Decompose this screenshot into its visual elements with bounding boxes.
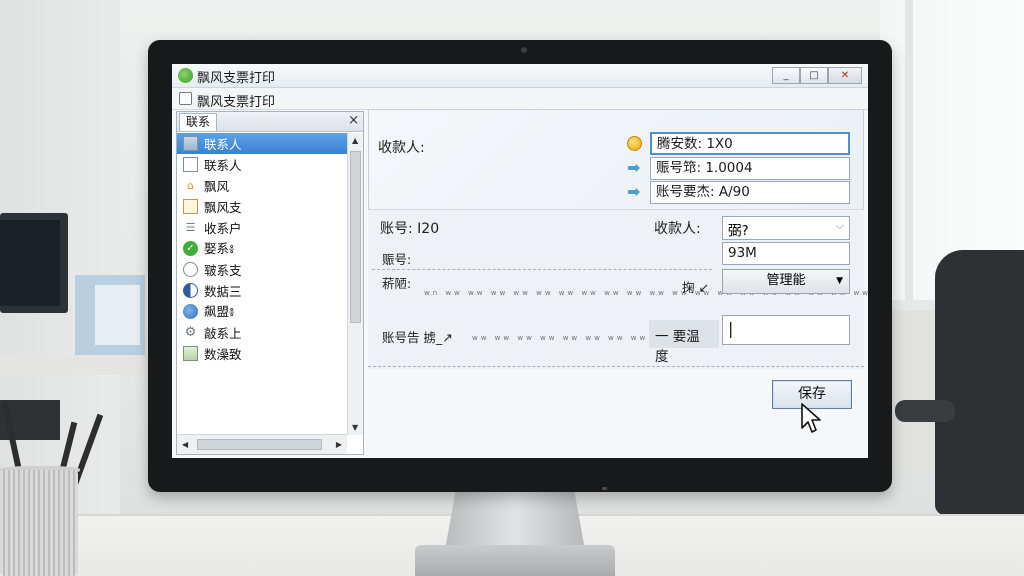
tree-item[interactable]: 皲系支 — [177, 259, 347, 280]
tree-item-label: 敲系上 — [204, 326, 242, 341]
app-logo-icon — [178, 68, 193, 83]
scroll-down-icon[interactable]: ▼ — [352, 423, 358, 432]
scroll-up-icon[interactable]: ▲ — [352, 136, 358, 145]
tree-item-label: 联系人 — [204, 137, 242, 152]
tree-item[interactable]: 联系人 — [177, 133, 347, 154]
panel-header: 联系 × — [177, 112, 363, 132]
background-shelf — [0, 355, 150, 375]
vertical-scrollbar[interactable]: ▲ ▼ — [347, 133, 363, 435]
contacts-tree: 联系人 联系人 ⌂ 飘风 飘风支 ☰ 收系户 ✓ 娶系៖ 皲系支 数掂三 飙盟៖ ⚙ 敲… — [177, 133, 347, 433]
coin-icon — [627, 136, 642, 151]
webcam-icon — [521, 47, 527, 53]
app-window: 飘风支票打印 _ □ ✕ 飘风支票打印 联系 × 联系人 联系人 ⌂ 飘风 飘风支… — [172, 64, 868, 458]
tree-item[interactable]: ✓ 娶系៖ — [177, 238, 347, 259]
manage-dropdown-label: 管理能 — [766, 273, 806, 288]
tree-item-label: 皲系支 — [204, 263, 242, 278]
tree-item[interactable]: 飘风支 — [177, 196, 347, 217]
payee-label: 收款人: — [378, 140, 425, 156]
grid-icon — [183, 136, 198, 151]
form-bottom-divider — [368, 366, 864, 367]
manage-dropdown-button[interactable]: 管理能 ▼ — [722, 269, 850, 294]
tab-contacts[interactable]: 联系 — [179, 113, 218, 131]
document-icon — [183, 157, 198, 172]
payee-select[interactable]: 弼? ⌵ — [722, 216, 850, 240]
half-circle-icon — [183, 283, 198, 298]
title-bar[interactable]: 飘风支票打印 _ □ ✕ — [172, 64, 868, 88]
horizontal-scroll-thumb[interactable] — [197, 439, 322, 450]
background-box-inner — [95, 285, 140, 345]
tree-item[interactable]: 数掂三 — [177, 280, 347, 301]
gear-icon: ⚙ — [184, 325, 197, 340]
amount-label: 一 要温度 — [649, 320, 719, 365]
office-chair — [935, 250, 1024, 515]
divider — [372, 269, 712, 270]
check-icon: ✓ — [183, 241, 198, 256]
panel-close-icon[interactable]: × — [348, 113, 359, 128]
user-icon: ☰ — [185, 221, 196, 234]
tree-item[interactable]: 数澡致 — [177, 343, 347, 364]
monitor-stand — [445, 488, 585, 550]
close-button[interactable]: ✕ — [828, 67, 862, 84]
account-label-2: 赈号: — [382, 252, 412, 267]
arrow-right-icon: ➡ — [627, 182, 641, 201]
chevron-down-icon: ⌵ — [835, 219, 844, 232]
document-title: 飘风支票打印 — [197, 95, 276, 110]
note-icon — [183, 199, 198, 214]
amount-field[interactable]: | — [722, 315, 850, 345]
payee-select-value: 弼? — [728, 223, 749, 239]
tree-item-label: 飘风支 — [204, 200, 242, 215]
contacts-panel: 联系 × 联系人 联系人 ⌂ 飘风 飘风支 ☰ 收系户 ✓ 娶系៖ 皲系支 数掂三 飙… — [176, 111, 364, 455]
notes-label: 菥陋: — [382, 276, 412, 291]
window-controls: _ □ ✕ — [772, 67, 862, 84]
minimize-button[interactable]: _ — [772, 67, 800, 84]
mouse-cursor-icon — [801, 403, 821, 433]
document-bar: 飘风支票打印 — [172, 88, 868, 110]
tree-item[interactable]: 联系人 — [177, 154, 347, 175]
horizontal-scrollbar[interactable]: ◀ ▶ — [177, 434, 347, 454]
background-window-frame — [905, 0, 913, 300]
globe-icon — [183, 304, 198, 319]
account-field-2[interactable]: 93M — [722, 242, 850, 265]
document-icon — [179, 92, 192, 105]
tree-item[interactable]: ☰ 收系户 — [177, 217, 347, 238]
picture-icon — [183, 346, 198, 361]
action-label: 掬 ↙ — [682, 280, 709, 295]
account-number-field[interactable]: 赈号筇: 1.0004 — [650, 157, 850, 180]
dropdown-triangle-icon: ▼ — [836, 276, 843, 286]
tree-item-label: 收系户 — [204, 221, 242, 236]
house-icon: ⌂ — [187, 179, 194, 192]
tree-item-label: 数澡致 — [204, 347, 242, 362]
office-chair-arm — [895, 400, 955, 422]
power-indicator — [602, 487, 607, 490]
bottom-label: 账号告 掳_↗ — [382, 330, 453, 345]
tree-item[interactable]: ⌂ 飘风 — [177, 175, 347, 196]
scroll-right-icon[interactable]: ▶ — [336, 440, 342, 449]
tree-item-label: 飙盟៖ — [204, 303, 235, 319]
account-label: 账号: I20 — [380, 221, 440, 237]
payee-field[interactable]: 腾安数: 1X0 — [650, 132, 850, 155]
scroll-left-icon[interactable]: ◀ — [182, 440, 188, 449]
window-title: 飘风支票打印 — [197, 71, 276, 86]
vertical-scroll-thumb[interactable] — [350, 151, 361, 323]
payee-select-label: 收款人: — [654, 221, 701, 237]
arrow-right-icon: ➡ — [627, 158, 641, 177]
tree-item-label: 飘风 — [204, 179, 230, 194]
maximize-button[interactable]: □ — [800, 67, 828, 84]
monitor-stand-base — [415, 545, 615, 576]
circle-icon — [183, 262, 198, 277]
tree-item-label: 娶系៖ — [204, 240, 235, 256]
tree-item[interactable]: ⚙ 敲系上 — [177, 322, 347, 343]
background-monitor-screen — [0, 220, 60, 306]
tree-item[interactable]: 飙盟៖ — [177, 301, 347, 322]
tree-item-label: 数掂三 — [204, 284, 242, 299]
pencil-cup — [0, 470, 78, 576]
tree-item-label: 联系人 — [204, 158, 242, 173]
account-detail-field[interactable]: 账号要杰: A/90 — [650, 181, 850, 204]
